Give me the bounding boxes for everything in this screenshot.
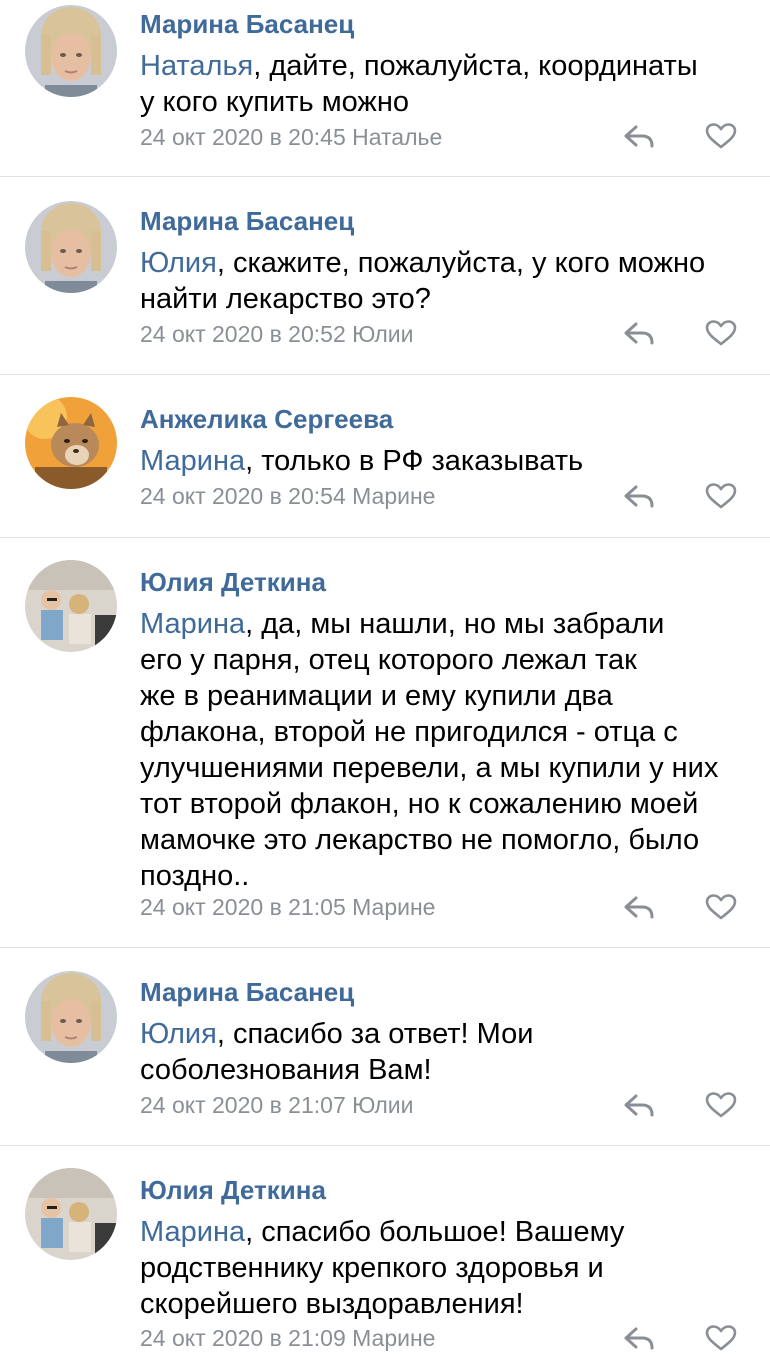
- comment-author[interactable]: Юлия Деткина: [140, 1175, 326, 1206]
- comment-text-line: родственнику крепкого здоровья и: [140, 1252, 604, 1284]
- comment-text-line: найти лекарство это?: [140, 283, 431, 315]
- reply-arrow-icon[interactable]: [622, 482, 656, 510]
- reply-arrow-icon[interactable]: [622, 1324, 656, 1352]
- comment-text-line: , только в РФ заказывать: [245, 445, 584, 477]
- comment-text: Юлия, скажите, пожалуйста, у кого можно …: [140, 245, 765, 317]
- avatar-cougar-icon[interactable]: [25, 397, 117, 489]
- comment-text: Марина, спасибо большое! Вашему родствен…: [140, 1214, 765, 1322]
- reply-to-name[interactable]: Марина: [140, 1216, 245, 1248]
- reply-arrow-icon[interactable]: [622, 122, 656, 150]
- reply-to-name[interactable]: Юлия: [140, 1018, 217, 1050]
- heart-outline-icon[interactable]: [704, 1091, 738, 1119]
- comment-author[interactable]: Марина Басанец: [140, 977, 354, 1008]
- heart-outline-icon[interactable]: [704, 482, 738, 510]
- reply-to-name[interactable]: Марина: [140, 608, 245, 640]
- reply-to-name[interactable]: Наталья: [140, 50, 253, 82]
- comment: Марина Басанец Наталья, дайте, пожалуйст…: [0, 0, 770, 177]
- comment-author[interactable]: Марина Басанец: [140, 206, 354, 237]
- avatar-woman-icon[interactable]: [25, 5, 117, 97]
- comment-text-line: его у парня, отец которого лежал так: [140, 644, 637, 676]
- avatar-woman-icon[interactable]: [25, 201, 117, 293]
- heart-outline-icon[interactable]: [704, 1324, 738, 1352]
- reply-arrow-icon[interactable]: [622, 893, 656, 921]
- comment-text-line: мамочке это лекарство не помогло, было: [140, 824, 700, 856]
- reply-arrow-icon[interactable]: [622, 1091, 656, 1119]
- comment-author[interactable]: Юлия Деткина: [140, 567, 326, 598]
- comment-text-line: , спасибо за ответ! Мои: [216, 1018, 534, 1050]
- comment: Анжелика Сергеева Марина, только в РФ за…: [0, 375, 770, 538]
- comment-meta: 24 окт 2020 в 21:07 Юлии: [140, 1092, 414, 1118]
- comment-text-line: у кого купить можно: [140, 86, 409, 118]
- comment-meta: 24 окт 2020 в 21:09 Марине: [140, 1325, 436, 1351]
- comment-text-line: , спасибо большое! Вашему: [245, 1216, 625, 1248]
- avatar-woman-icon[interactable]: [25, 971, 117, 1063]
- reply-to-name[interactable]: Марина: [140, 445, 245, 477]
- avatar-children-icon[interactable]: [25, 1168, 117, 1260]
- comment-meta: 24 окт 2020 в 20:45 Наталье: [140, 124, 443, 150]
- comment-text-line: скорейшего выздоравления!: [140, 1288, 524, 1320]
- comment-meta: 24 окт 2020 в 20:52 Юлии: [140, 321, 414, 347]
- comment-text-line: поздно..: [140, 860, 250, 892]
- avatar-children-icon[interactable]: [25, 560, 117, 652]
- comment-author[interactable]: Анжелика Сергеева: [140, 404, 393, 435]
- comment-meta: 24 окт 2020 в 20:54 Марине: [140, 483, 436, 509]
- comment-text-line: улучшениями перевели, а мы купили у них: [140, 752, 719, 784]
- reply-arrow-icon[interactable]: [622, 319, 656, 347]
- comment: Юлия Деткина Марина, да, мы нашли, но мы…: [0, 538, 770, 948]
- heart-outline-icon[interactable]: [704, 893, 738, 921]
- comment-text: Наталья, дайте, пожалуйста, координаты у…: [140, 48, 765, 120]
- comment: Марина Басанец Юлия, спасибо за ответ! М…: [0, 948, 770, 1146]
- heart-outline-icon[interactable]: [704, 319, 738, 347]
- comment-meta: 24 окт 2020 в 21:05 Марине: [140, 894, 436, 920]
- comment-author[interactable]: Марина Басанец: [140, 9, 354, 40]
- heart-outline-icon[interactable]: [704, 122, 738, 150]
- comment-text-line: флакона, второй не пригодился - отца с: [140, 716, 678, 748]
- comment-text-line: , да, мы нашли, но мы забрали: [245, 608, 665, 640]
- comment-text-line: , дайте, пожалуйста, координаты: [253, 50, 698, 82]
- comment: Марина Басанец Юлия, скажите, пожалуйста…: [0, 177, 770, 375]
- reply-to-name[interactable]: Юлия: [140, 247, 217, 279]
- comment-text-line: , скажите, пожалуйста, у кого можно: [216, 247, 706, 279]
- comment: Юлия Деткина Марина, спасибо большое! Ва…: [0, 1146, 770, 1362]
- comment-text-line: соболезнования Вам!: [140, 1054, 432, 1086]
- comment-text-line: же в реанимации и ему купили два: [140, 680, 613, 712]
- comment-text: Марина, только в РФ заказывать: [140, 443, 765, 479]
- comment-text: Марина, да, мы нашли, но мы забрали его …: [140, 606, 765, 894]
- comment-text: Юлия, спасибо за ответ! Мои соболезнован…: [140, 1016, 765, 1088]
- comment-text-line: тот второй флакон, но к сожалению моей: [140, 788, 699, 820]
